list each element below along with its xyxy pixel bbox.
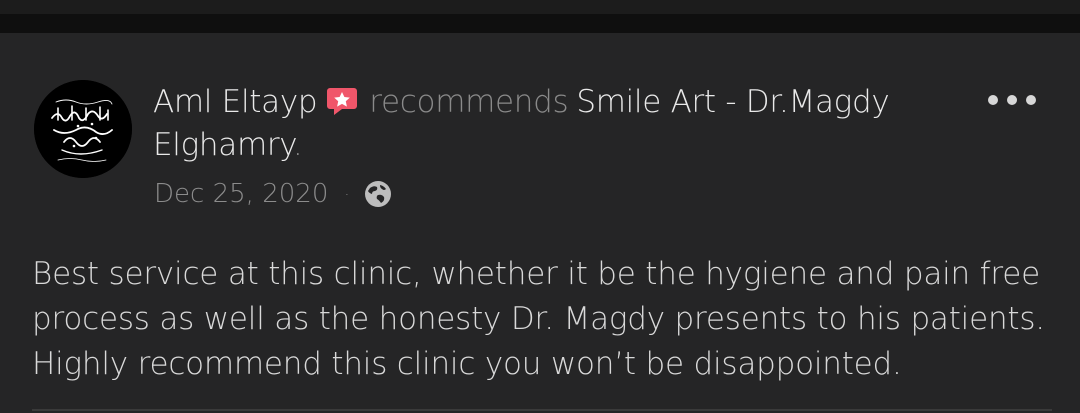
top-bar xyxy=(0,0,1080,14)
header-period: . xyxy=(292,126,303,163)
post-date[interactable]: Dec 25, 2020 xyxy=(154,179,328,209)
more-dots-icon[interactable] xyxy=(988,88,1036,112)
review-text: Best service at this clinic, whether it … xyxy=(32,256,1045,382)
more-dot xyxy=(988,95,998,105)
globe-icon[interactable] xyxy=(363,179,393,209)
recommends-label: recommends xyxy=(369,84,569,120)
divider xyxy=(32,409,1052,411)
avatar[interactable] xyxy=(34,80,132,178)
post-header: Aml Eltayp recommends Smile Art - Dr.Magdy… xyxy=(153,81,953,166)
post-meta: Dec 25, 2020 · xyxy=(154,174,393,214)
more-dot xyxy=(1026,95,1036,105)
author-name[interactable]: Aml Eltayp xyxy=(153,84,318,120)
meta-separator: · xyxy=(344,184,350,204)
avatar-calligraphy-image xyxy=(34,80,132,178)
star-badge-icon xyxy=(325,84,359,118)
more-dot xyxy=(1007,95,1017,105)
